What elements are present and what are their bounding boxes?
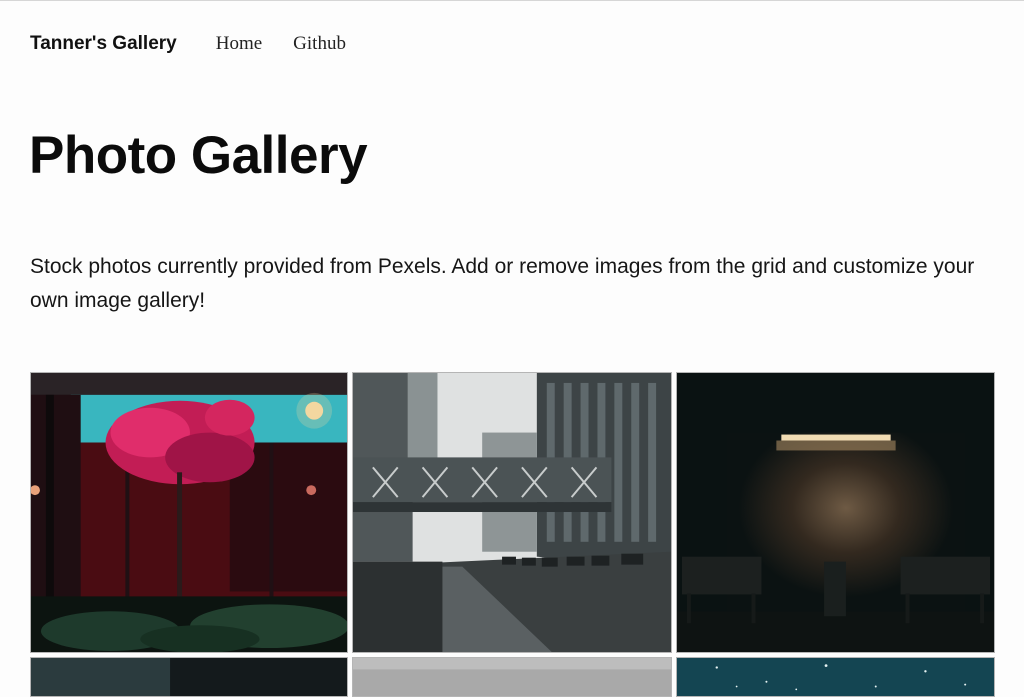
gallery-photo-red-tree[interactable]: [30, 372, 348, 653]
intro-text: Stock photos currently provided from Pex…: [30, 255, 975, 312]
page-title: Photo Gallery: [29, 126, 368, 185]
gallery-photo-skybridge[interactable]: [352, 372, 672, 653]
nav-link-github[interactable]: Github: [293, 33, 346, 55]
photo-grid: [30, 372, 995, 697]
top-nav: Tanner's Gallery Home Github: [30, 31, 377, 57]
gallery-photo-grey[interactable]: [352, 657, 672, 697]
gallery-photo-starry-sky[interactable]: [676, 657, 995, 697]
top-border: [0, 0, 1024, 1]
gallery-photo-lit-wall[interactable]: [676, 372, 995, 653]
gallery-photo-dark-teal[interactable]: [30, 657, 348, 697]
brand-link[interactable]: Tanner's Gallery: [30, 33, 177, 55]
nav-link-home[interactable]: Home: [216, 33, 262, 55]
